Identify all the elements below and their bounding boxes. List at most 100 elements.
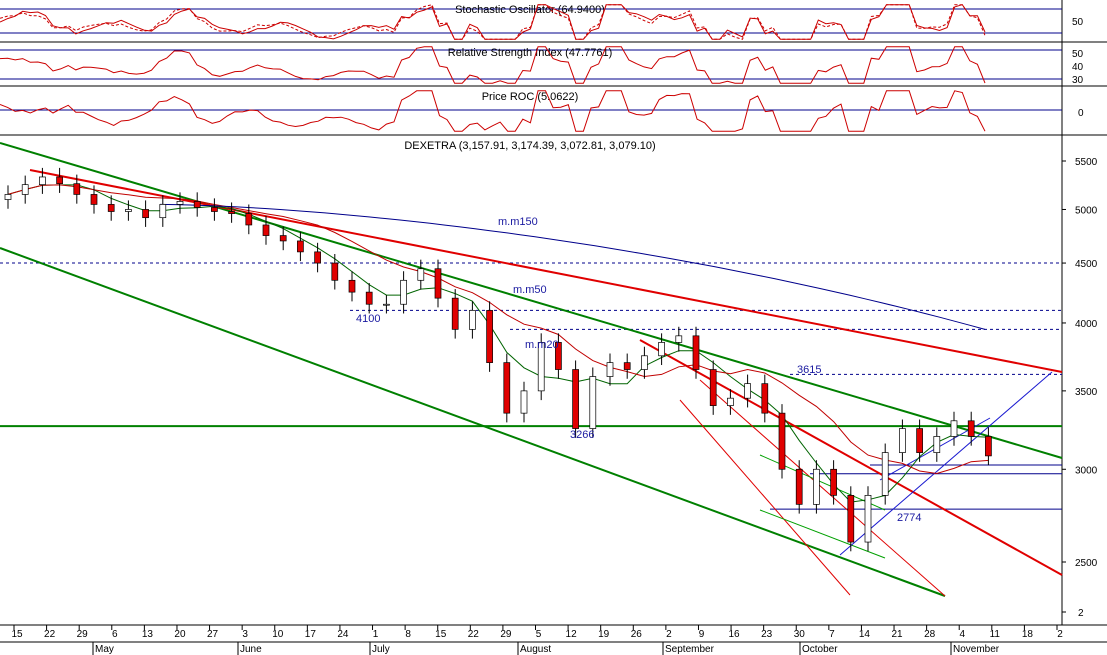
candle-down	[73, 183, 81, 195]
candle-up	[675, 335, 683, 343]
candle-down	[623, 362, 631, 370]
date-tick-label: 19	[598, 629, 610, 640]
date-tick-label: 13	[142, 629, 154, 640]
candle-down	[331, 262, 339, 281]
candle-up	[400, 279, 407, 305]
candle-down	[985, 436, 992, 457]
candle-down	[486, 310, 493, 363]
candle-up	[159, 204, 167, 219]
ma150-label: m.m150	[498, 216, 538, 228]
price-tick-label: 2500	[1075, 558, 1098, 569]
candle-up	[864, 495, 872, 543]
candle-up	[658, 342, 665, 357]
candle-up	[933, 436, 941, 453]
date-tick-label: 1	[373, 629, 379, 640]
candle-down	[503, 362, 511, 414]
candle-up	[744, 383, 751, 399]
date-tick-label: 6	[112, 629, 118, 640]
candle-down	[709, 369, 717, 406]
candle-up	[641, 355, 648, 370]
date-tick-label: 17	[305, 629, 317, 640]
date-tick-label: 10	[272, 629, 284, 640]
month-label: August	[520, 644, 551, 655]
rsi-tick: 40	[1072, 62, 1084, 73]
candle-up	[469, 310, 476, 330]
candle-down	[572, 369, 579, 429]
date-tick-label: 28	[924, 629, 936, 640]
date-tick-label: 2	[666, 629, 672, 640]
candle-up	[727, 397, 734, 406]
price-tick-label: 5000	[1075, 205, 1098, 216]
candle-down	[279, 235, 287, 242]
candle-up	[383, 303, 390, 306]
candle-down	[967, 420, 975, 437]
date-tick-label: 23	[761, 629, 773, 640]
date-tick-label: 7	[829, 629, 835, 640]
date-tick-label: 8	[405, 629, 411, 640]
month-label: September	[665, 644, 715, 655]
candle-down	[314, 251, 321, 264]
date-tick-label: 20	[174, 629, 186, 640]
candle-down	[107, 204, 115, 212]
date-tick-label: 3	[242, 629, 248, 640]
candle-down	[142, 209, 149, 219]
candle-down	[434, 268, 442, 299]
candle-down	[348, 279, 356, 293]
candle-up	[4, 194, 12, 200]
date-tick-label: 24	[337, 629, 349, 640]
date-tick-label: 22	[468, 629, 480, 640]
candle-down	[847, 495, 855, 543]
date-tick-label: 16	[729, 629, 741, 640]
candle-down	[262, 224, 270, 236]
price-axis-ticks: 5500 5000 4500 4000 3500 3000 2500 2	[1062, 157, 1098, 619]
level-label-3615: 3615	[797, 364, 821, 376]
date-tick-label: 11	[990, 629, 1001, 640]
candle-up	[176, 201, 184, 205]
ma50-label: m.m50	[513, 284, 547, 296]
ma20-label: m.m20	[525, 339, 559, 351]
date-tick-label: 4	[959, 629, 965, 640]
candle-down	[451, 297, 459, 330]
candle-up	[950, 420, 958, 437]
candle-down	[795, 468, 803, 505]
roc-title: Price ROC (5.0622)	[482, 91, 579, 103]
date-axis: 15 22 29 6 13 20 27 3 10 17 24 1 8 15 22 29 5 12 19 26 2 9 16 2…	[11, 625, 1063, 655]
price-title: DEXETRA (3,157.91, 3,174.39, 3,072.81, 3…	[404, 140, 655, 152]
price-tick-label: 3000	[1075, 465, 1098, 476]
roc-tick: 0	[1078, 108, 1084, 119]
price-tick-label: 3500	[1075, 387, 1098, 398]
stoch-tick: 50	[1072, 17, 1084, 28]
stock-chart: Stochastic Oscillator (64.9400) Relative…	[0, 0, 1107, 655]
month-label: June	[240, 644, 262, 655]
candle-up	[417, 268, 425, 281]
rsi-title: Relative Strength Index (47.7761)	[448, 47, 613, 59]
month-label: November	[953, 644, 1000, 655]
candle-up	[606, 362, 614, 377]
date-tick-label: 29	[500, 629, 512, 640]
rsi-tick: 50	[1072, 49, 1084, 60]
candle-down	[761, 383, 769, 414]
date-tick-label: 21	[891, 629, 903, 640]
date-tick-label: 14	[859, 629, 871, 640]
price-tick-label: 4000	[1075, 319, 1098, 330]
candle-down	[365, 291, 373, 305]
date-tick-label: 26	[631, 629, 643, 640]
candle-up	[813, 468, 820, 505]
stoch-title: Stochastic Oscillator (64.9400)	[455, 4, 605, 16]
candle-down	[90, 194, 98, 205]
month-label: May	[95, 644, 114, 655]
candle-down	[211, 207, 218, 212]
month-label: October	[802, 644, 838, 655]
date-tick-label: 9	[699, 629, 705, 640]
candle-up	[589, 376, 597, 429]
candle-down	[778, 412, 786, 470]
candle-up	[520, 390, 528, 414]
candle-down	[193, 201, 201, 208]
price-tick-label: 2	[1078, 608, 1084, 619]
date-tick-label: 29	[77, 629, 89, 640]
candle-down	[228, 211, 235, 214]
candle-up	[21, 184, 29, 195]
candle-down	[830, 468, 837, 496]
candle-down	[56, 176, 63, 185]
candle-up	[881, 452, 889, 496]
